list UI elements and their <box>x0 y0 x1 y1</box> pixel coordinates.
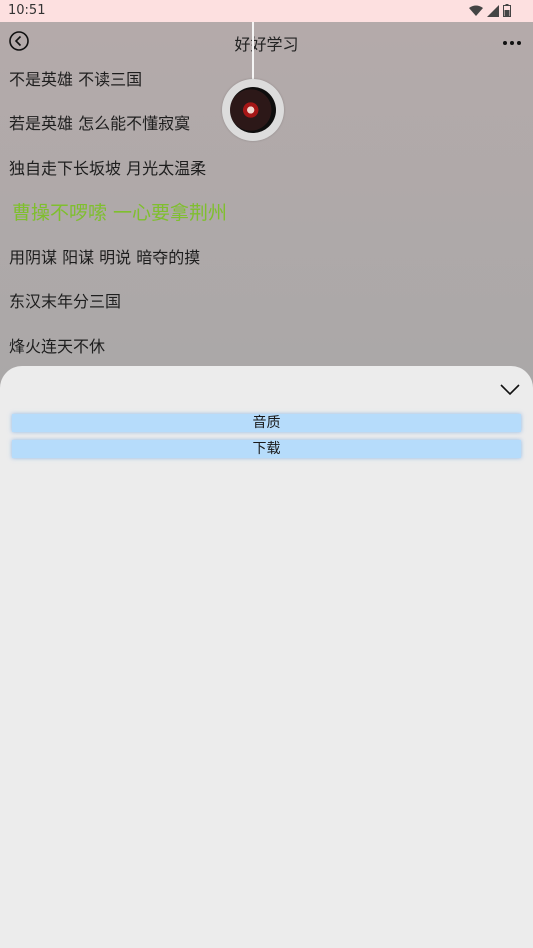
lyric-line: 不是英雄 不读三国 <box>9 70 143 89</box>
tonearm <box>252 22 254 80</box>
cellular-icon <box>487 4 499 17</box>
lyric-line-current: 曹操不啰嗦 一心要拿荆州 <box>12 202 228 224</box>
player-header: 好好学习 <box>0 22 533 62</box>
song-title: 好好学习 <box>234 35 299 54</box>
quality-button[interactable]: 音质 <box>12 414 521 432</box>
download-button[interactable]: 下载 <box>12 440 521 458</box>
status-icons <box>469 4 511 17</box>
lyric-line: 东汉末年分三国 <box>9 292 122 311</box>
status-time: 10:51 <box>8 3 46 18</box>
chevron-down-icon[interactable] <box>499 378 521 400</box>
more-icon[interactable] <box>501 32 523 54</box>
lyric-line: 用阴谋 阳谋 明说 暗夺的摸 <box>9 248 201 267</box>
lyric-line: 若是英雄 怎么能不懂寂寞 <box>9 114 191 133</box>
album-disc[interactable] <box>222 79 284 141</box>
wifi-icon <box>469 5 483 16</box>
status-bar: 10:51 <box>0 0 533 22</box>
album-cover <box>230 87 276 133</box>
lyric-line: 独自走下长坂坡 月光太温柔 <box>9 159 207 178</box>
bottom-sheet: 音质 下载 <box>0 366 533 948</box>
battery-icon <box>503 4 511 17</box>
lyric-line: 烽火连天不休 <box>9 337 106 356</box>
